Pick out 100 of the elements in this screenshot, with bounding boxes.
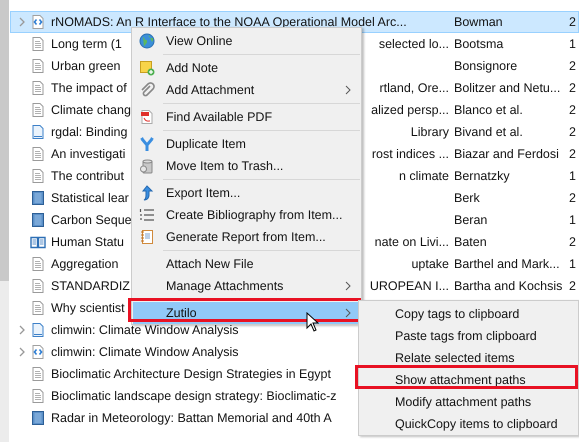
globe-icon — [139, 33, 155, 49]
table-cell: 2 — [569, 125, 576, 139]
menu-item[interactable]: QuickCopy items to clipboard — [360, 413, 577, 435]
open-book-icon — [30, 234, 46, 250]
table-cell: 1 — [569, 257, 576, 271]
fork-icon — [139, 136, 155, 152]
item-title: The impact of — [51, 81, 127, 95]
item-title: Human Statu — [51, 235, 124, 249]
page-icon — [30, 322, 46, 338]
creator-cell-text: Bootsma — [454, 37, 504, 51]
item-title: UROPEAN I... — [370, 279, 449, 293]
document-icon — [30, 102, 46, 118]
document-icon — [30, 146, 46, 162]
table-cell: 2 — [569, 103, 576, 117]
document-icon — [30, 168, 46, 184]
code-page-icon — [30, 344, 46, 360]
document-icon — [30, 256, 46, 272]
menu-item[interactable]: Find Available PDF — [133, 106, 360, 128]
paperclip-icon — [139, 82, 155, 98]
note-icon — [139, 60, 155, 76]
menu-item[interactable]: Manage Attachments — [133, 275, 360, 297]
menu-item[interactable]: Move Item to Trash... — [133, 155, 360, 177]
item-title: selected lo... — [378, 37, 449, 51]
item-title: alized persp... — [371, 103, 449, 117]
item-title: Long term (1 — [51, 37, 122, 51]
creator-cell-text: Biazar and Ferdosi — [454, 147, 560, 161]
menu-item[interactable]: Relate selected items — [360, 347, 577, 369]
menu-item[interactable]: Paste tags from clipboard — [360, 325, 577, 347]
item-title: Library — [410, 125, 449, 139]
item-title: Why scientist — [51, 301, 125, 315]
creator-cell-text: Bartha and Kochsis — [454, 279, 564, 293]
table-cell: 2 — [569, 191, 576, 205]
table-cell: 2 — [569, 235, 576, 249]
item-title: An investigati — [51, 147, 126, 161]
menu-item[interactable]: Copy tags to clipboard — [360, 303, 577, 325]
book-icon — [30, 410, 46, 426]
item-title: Radar in Meteorology: Battan Memorial and 40th A — [51, 411, 332, 425]
creator-cell-text: Bernatzky — [454, 169, 511, 183]
creator-cell-text: Blanco et al. — [454, 103, 524, 117]
scrollbar[interactable] — [0, 0, 9, 442]
table-cell: 2 — [569, 15, 576, 29]
document-icon — [30, 366, 46, 382]
item-title: rNOMADS: An R Interface to the NOAA Operational Model Arc... — [51, 15, 407, 29]
creator-cell-text: Bonsignore — [454, 59, 518, 73]
page-icon — [30, 124, 46, 140]
item-title: Climate chang — [51, 103, 131, 117]
item-title: STANDARDIZ — [51, 279, 130, 293]
creator-cell-text: Bivand et al. — [454, 125, 524, 139]
menu-item[interactable]: Create Bibliography from Item... — [133, 204, 360, 226]
table-cell: 2 — [569, 147, 576, 161]
pdf-file-icon — [139, 109, 155, 125]
document-icon — [30, 80, 46, 96]
menu-item[interactable]: Export Item... — [133, 182, 360, 204]
expand-chevron-icon[interactable] — [18, 325, 26, 335]
expand-chevron-icon[interactable] — [18, 17, 26, 27]
menu-item[interactable]: Show attachment paths — [360, 369, 577, 391]
document-icon — [30, 278, 46, 294]
document-icon — [30, 388, 46, 404]
mouse-cursor — [306, 312, 319, 332]
creator-cell-text: Bowman — [454, 15, 504, 29]
document-icon — [30, 58, 46, 74]
document-icon — [30, 300, 46, 316]
menu-item[interactable]: Modify attachment paths — [360, 391, 577, 413]
menu-item[interactable]: View Online — [133, 30, 360, 52]
menu-item[interactable]: Attach New File — [133, 253, 360, 275]
menu-item[interactable]: Generate Report from Item... — [133, 226, 360, 248]
item-title: Bioclimatic Architecture Design Strategies in Egypt — [51, 367, 331, 381]
item-title: The contribut — [51, 169, 124, 183]
item-title: rgdal: Binding — [51, 125, 128, 139]
creator-cell-text: Berk — [454, 191, 481, 205]
table-cell: 2 — [569, 279, 576, 293]
item-title: Carbon Seque — [51, 213, 132, 227]
menu-item[interactable]: Duplicate Item — [133, 133, 360, 155]
item-title: Bioclimatic landscape design strategy: Bioclimatic-z — [51, 389, 337, 403]
trash-icon — [139, 158, 155, 174]
table-cell: 2 — [569, 81, 576, 95]
item-title: rost indices ... — [372, 147, 449, 161]
menu-item[interactable]: Add Attachment — [133, 79, 360, 101]
item-title: climwin: Climate Window Analysis — [51, 323, 239, 337]
book-icon — [30, 212, 46, 228]
table-cell: 1 — [569, 37, 576, 51]
notebook-icon — [139, 229, 155, 245]
table-cell: 2 — [569, 59, 576, 73]
table-cell: 1 — [569, 169, 576, 183]
up-arrow-icon — [139, 185, 155, 201]
menu-item[interactable]: Add Note — [133, 57, 360, 79]
numbered-list-icon — [139, 207, 155, 223]
item-title: Urban green — [51, 59, 120, 73]
item-title: nate on Livi... — [374, 235, 449, 249]
expand-chevron-icon[interactable] — [18, 347, 26, 357]
item-title: n climate — [398, 169, 449, 183]
creator-cell-text: Barthel and Mark... — [454, 257, 561, 271]
code-page-icon — [30, 14, 46, 30]
item-title: uptake — [411, 257, 449, 271]
book-icon — [30, 190, 46, 206]
item-title: climwin: Climate Window Analysis — [51, 345, 239, 359]
document-icon — [30, 36, 46, 52]
scroll-thumb[interactable] — [0, 0, 9, 281]
item-title: Statistical lear — [51, 191, 129, 205]
creator-cell-text: Bolitzer and Netu... — [454, 81, 562, 95]
